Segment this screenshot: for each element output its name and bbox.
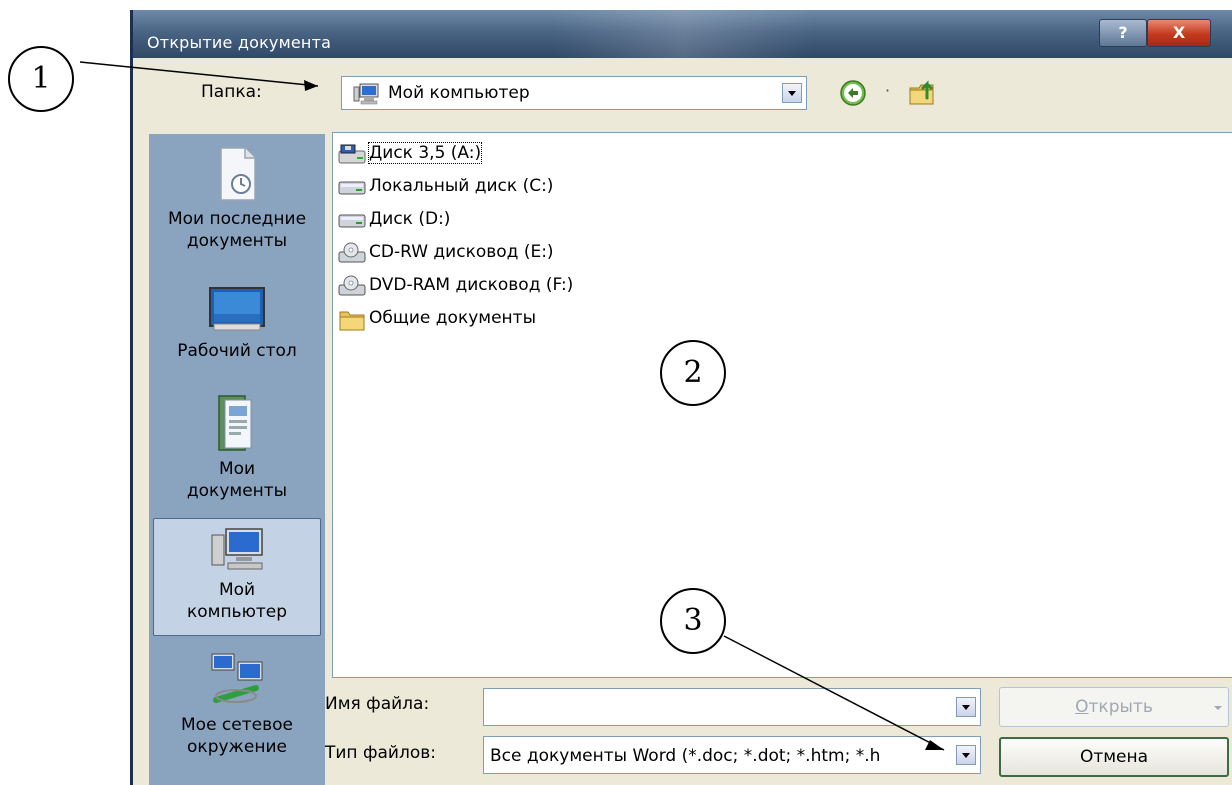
callout-1-arrow-line (79, 61, 319, 87)
callout-1-arrowhead (304, 80, 318, 91)
callout-3: 3 (660, 588, 726, 654)
callout-1: 1 (8, 46, 74, 112)
annotation-layer (79, 61, 945, 751)
callout-2: 2 (660, 340, 726, 406)
callout-3-arrow-line (723, 635, 945, 751)
